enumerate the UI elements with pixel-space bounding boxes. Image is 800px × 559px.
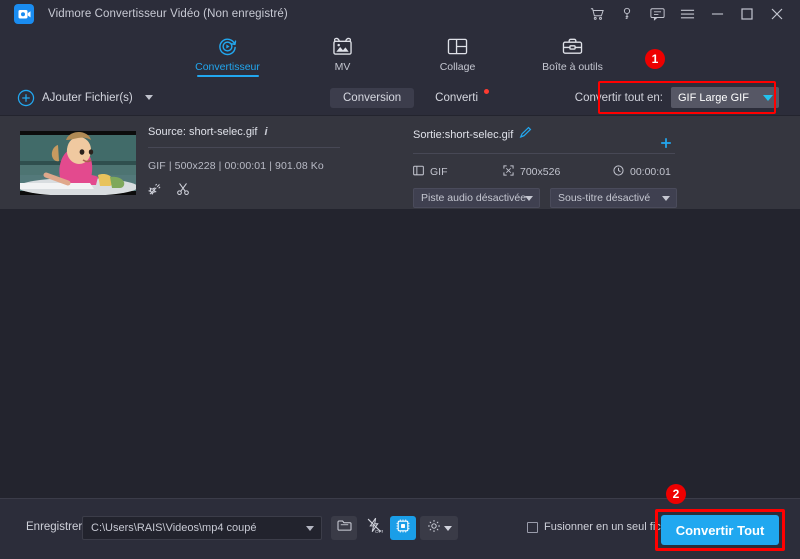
collage-icon: [447, 35, 468, 57]
tab-label: Boîte à outils: [542, 61, 603, 73]
source-metadata: GIF | 500x228 | 00:00:01 | 901.08 Ko: [148, 160, 324, 172]
active-tab-indicator: [196, 74, 259, 77]
format-icon: [413, 165, 424, 179]
add-output-icon[interactable]: [659, 136, 673, 155]
output-filename: Sortie:short-selec.gif: [413, 129, 514, 141]
output-format-item: GIF: [413, 165, 503, 179]
svg-text:OFF: OFF: [374, 529, 382, 534]
output-format-text: GIF: [430, 166, 448, 178]
settings-gear-icon: [427, 519, 441, 538]
chevron-down-icon: [662, 195, 670, 201]
output-duration-item: 00:00:01: [613, 165, 671, 179]
chevron-down-icon: [525, 195, 533, 201]
divider: [148, 147, 340, 148]
toolbox-icon: [562, 35, 583, 57]
tab-boite-a-outils[interactable]: Boîte à outils: [535, 32, 610, 73]
source-actions: [147, 182, 348, 201]
audio-track-select[interactable]: Piste audio désactivée: [413, 188, 540, 208]
cart-icon[interactable]: [582, 0, 612, 28]
output-format-value: GIF Large GIF: [678, 91, 749, 104]
subtitle-value: Sous-titre désactivé: [558, 192, 651, 204]
key-icon[interactable]: [612, 0, 642, 28]
cut-scissors-icon[interactable]: [176, 182, 190, 201]
save-path-input[interactable]: C:\Users\RAIS\Videos\mp4 coupé: [82, 516, 322, 540]
chevron-down-icon[interactable]: [144, 95, 153, 100]
maximize-icon[interactable]: [732, 0, 762, 28]
tab-conversion[interactable]: Conversion: [330, 87, 415, 108]
step-badge-2: 2: [666, 484, 686, 504]
pencil-edit-icon[interactable]: [519, 126, 532, 144]
tab-converti[interactable]: Converti: [422, 88, 491, 108]
add-files-button[interactable]: AJouter Fichier(s): [17, 89, 153, 107]
resize-icon: [503, 165, 514, 179]
open-folder-icon: [336, 519, 352, 537]
tab-convertisseur[interactable]: Convertisseur: [190, 32, 265, 77]
output-resolution-text: 700x526: [520, 166, 561, 178]
tab-mv[interactable]: MV: [305, 32, 380, 73]
conversion-tabs: Conversion Converti: [330, 80, 491, 115]
window-controls: [582, 0, 800, 28]
chevron-down-icon: [306, 525, 314, 531]
flash-off-button[interactable]: OFF: [361, 516, 387, 540]
tab-label: Converti: [435, 91, 478, 104]
tab-collage[interactable]: Collage: [420, 32, 495, 73]
tab-label: Conversion: [343, 91, 402, 104]
notification-dot-icon: [484, 88, 489, 94]
output-resolution-item: 700x526: [503, 165, 613, 179]
toolbar: AJouter Fichier(s) Conversion Converti C…: [0, 80, 800, 115]
window-title: Vidmore Convertisseur Vidéo (Non enregis…: [48, 8, 288, 20]
edit-wand-icon[interactable]: [147, 182, 162, 201]
merge-files-checkbox[interactable]: Fusionner en un seul fichier: [527, 521, 679, 533]
subtitle-select[interactable]: Sous-titre désactivé: [550, 188, 677, 208]
convert-all-label: Convertir tout en:: [574, 91, 663, 104]
mv-icon: [332, 35, 353, 57]
title-bar: Vidmore Convertisseur Vidéo (Non enregis…: [0, 0, 800, 28]
output-duration-text: 00:00:01: [630, 166, 671, 178]
save-path-value: C:\Users\RAIS\Videos\mp4 coupé: [91, 522, 257, 534]
output-panel: Sortie:short-selec.gif GIF 700x526 00:00…: [413, 126, 693, 208]
divider: [413, 153, 675, 154]
converter-icon: [217, 35, 238, 57]
app-logo-icon: [14, 4, 34, 24]
save-path-label: Enregistrer:: [26, 521, 86, 533]
output-format-select[interactable]: GIF Large GIF: [671, 87, 779, 108]
file-list-row: Source: short-selec.gif i GIF | 500x228 …: [0, 116, 800, 292]
tab-label: Convertisseur: [195, 61, 260, 73]
gpu-acceleration-button[interactable]: [390, 516, 416, 540]
open-folder-button[interactable]: [331, 516, 357, 540]
flash-off-icon: OFF: [366, 517, 384, 539]
info-icon[interactable]: i: [264, 126, 267, 138]
settings-button[interactable]: [420, 516, 458, 540]
source-filename: Source: short-selec.gif: [148, 126, 258, 138]
output-track-selects: Piste audio désactivée Sous-titre désact…: [413, 188, 693, 208]
tab-label: Collage: [439, 61, 476, 73]
plus-circle-icon: [17, 89, 35, 106]
main-navigation: Convertisseur MV Collage Boîte à outils: [0, 28, 800, 80]
chevron-down-icon: [443, 525, 452, 531]
close-icon[interactable]: [762, 0, 792, 28]
menu-icon[interactable]: [672, 0, 702, 28]
source-panel: Source: short-selec.gif i GIF | 500x228 …: [147, 126, 348, 201]
output-header: Sortie:short-selec.gif: [413, 126, 693, 148]
gpu-acceleration-icon: [395, 518, 411, 539]
step-badge-1: 1: [645, 49, 665, 69]
file-list-empty-area: [0, 209, 800, 498]
chat-icon[interactable]: [642, 0, 672, 28]
app-window: Vidmore Convertisseur Vidéo (Non enregis…: [0, 0, 800, 559]
convert-all-button[interactable]: Convertir Tout: [661, 515, 779, 545]
chevron-down-icon: [763, 94, 773, 101]
video-thumbnail[interactable]: [20, 130, 136, 195]
tab-label: MV: [334, 61, 351, 73]
merge-files-label: Fusionner en un seul fichier: [544, 521, 680, 533]
convert-all-control: Convertir tout en: GIF Large GIF: [567, 83, 787, 112]
checkbox-icon: [527, 521, 538, 533]
clock-icon: [613, 165, 624, 179]
source-header: Source: short-selec.gif i: [148, 126, 348, 138]
minimize-icon[interactable]: [702, 0, 732, 28]
add-files-label: AJouter Fichier(s): [42, 91, 133, 104]
output-metadata: GIF 700x526 00:00:01: [413, 165, 693, 179]
audio-track-value: Piste audio désactivée: [421, 192, 527, 204]
